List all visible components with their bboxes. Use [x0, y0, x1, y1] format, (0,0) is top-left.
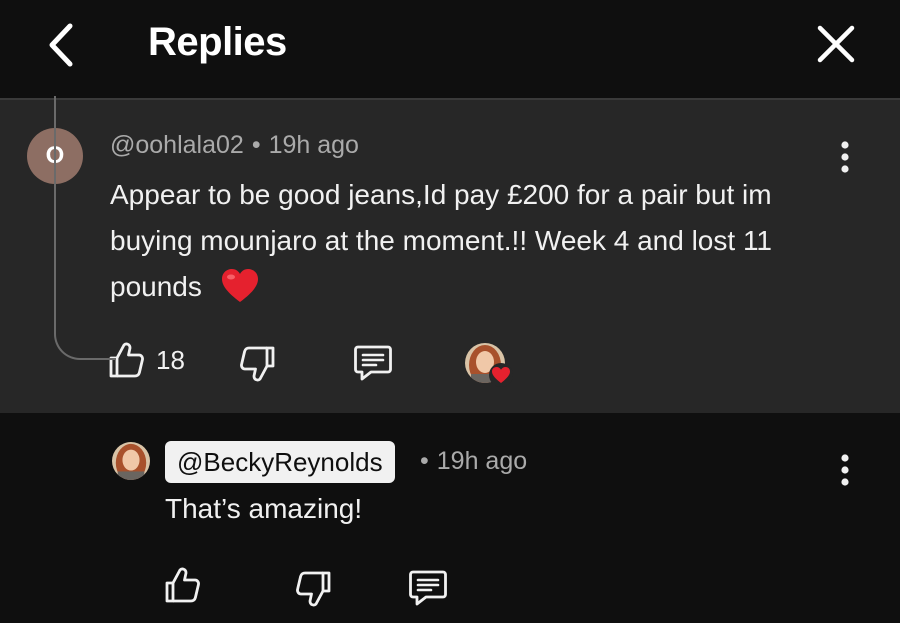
reply-time: 19h ago [436, 447, 528, 475]
comment-icon [409, 570, 447, 606]
like-count: 18 [156, 344, 185, 375]
thread-connector-line [54, 96, 116, 360]
thumbs-down-icon [240, 346, 275, 382]
meta-separator: • [251, 131, 261, 159]
comment-icon [354, 345, 392, 381]
more-vertical-icon [841, 454, 849, 486]
reply-avatar[interactable] [112, 442, 150, 480]
reply-meta: • 19h ago [420, 447, 527, 476]
highlighted-comment: O @oohlala02 • 19h ago Appear to be good j… [0, 100, 900, 413]
comment-meta: @oohlala02 • 19h ago [110, 131, 359, 160]
comment-time: 19h ago [268, 131, 359, 159]
back-button[interactable] [36, 20, 86, 70]
reply-button[interactable] [352, 342, 394, 384]
chevron-left-icon [49, 23, 73, 67]
page-title: Replies [148, 20, 287, 64]
reply-more-button[interactable] [830, 451, 860, 491]
reply-reply-button[interactable] [407, 567, 449, 609]
comment-username[interactable]: @oohlala02 [110, 131, 244, 159]
close-button[interactable] [810, 18, 862, 70]
dislike-button[interactable] [238, 344, 278, 384]
header-bar: Replies [0, 0, 900, 100]
like-button[interactable]: 18 [106, 340, 185, 380]
meta-separator: • [420, 447, 429, 475]
comment-text: Appear to be good jeans,Id pay £200 for … [110, 172, 850, 310]
reply-like-button[interactable] [162, 565, 202, 605]
red-heart-emoji-icon [221, 268, 258, 302]
reply-dislike-button[interactable] [294, 569, 334, 609]
reply-avatar-image [112, 442, 150, 480]
heart-badge-icon [489, 363, 513, 387]
close-icon [817, 25, 855, 63]
creator-heart-badge [488, 362, 514, 393]
reply-username-badge[interactable]: @BeckyReynolds [165, 441, 395, 483]
comment-body: Appear to be good jeans,Id pay £200 for … [110, 179, 773, 302]
thumbs-up-icon [165, 567, 200, 603]
reply-comment: @BeckyReynolds • 19h ago That’s amazing! [0, 415, 900, 623]
thumbs-down-icon [296, 571, 331, 607]
reply-text: That’s amazing! [165, 493, 363, 524]
